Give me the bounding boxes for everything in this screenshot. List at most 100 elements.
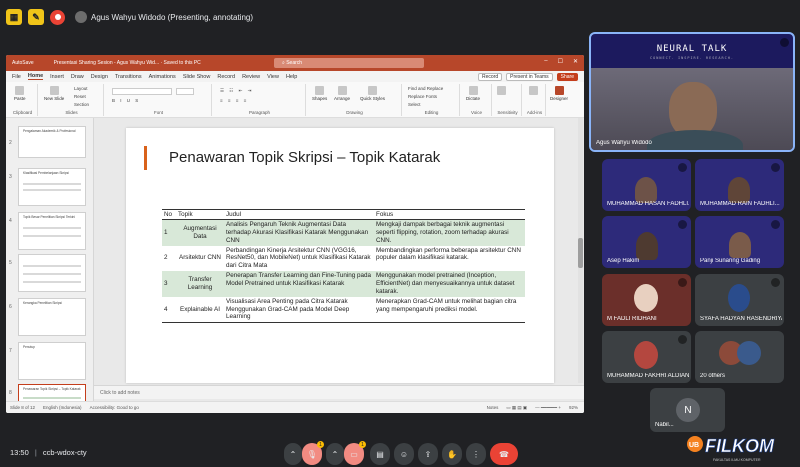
language-indicator[interactable]: English (Indonesia) [43,405,82,410]
slide-thumbnail[interactable]: Penutup [18,342,86,380]
slide-thumbnail[interactable] [18,254,86,292]
addins-button[interactable] [529,86,538,96]
participant-tile[interactable]: MUHAMMAD HASAN FADHLI... [602,159,691,211]
leave-call-button[interactable]: ☎ [490,443,518,465]
slide-canvas[interactable]: Penawaran Topik Skripsi – Topik Katarak … [126,128,554,383]
present-button[interactable]: ⇪ [418,443,438,465]
list-buttons[interactable]: ☰ ☷ ⇤ ⇥ [220,88,253,94]
cell-fokus: Membandingkan performa beberapa arsitekt… [374,245,525,272]
select-button[interactable]: Select [408,102,421,107]
participant-tile[interactable]: MUHAMMAD FAKHRI ALDIAN... [602,331,691,383]
more-options-button[interactable]: ⋮ [466,443,486,465]
participant-tile[interactable]: Panji Sunaring Gading [695,216,784,268]
replace-fonts-button[interactable]: Replace Fonts [408,94,437,99]
dictate-button[interactable]: Dictate [466,86,480,101]
paste-button[interactable]: Paste [14,86,26,101]
new-slide-icon [49,86,59,95]
menu-home[interactable]: Home [27,73,44,80]
annotate-icon[interactable]: ✎ [28,9,44,25]
ppt-workspace: 2 Pengalaman Akademik & Profesional 3 Kl… [6,118,584,401]
mic-toggle-button[interactable]: 🎙 1 [302,441,324,465]
menu-view[interactable]: View [267,74,279,80]
reset-button[interactable]: Reset [74,94,86,99]
layout-button[interactable]: Layout [74,86,88,91]
emoji-button[interactable]: ☺ [394,443,414,465]
shapes-button[interactable]: Shapes [312,86,327,101]
font-size-select[interactable] [176,88,194,95]
menu-file[interactable]: File [12,74,21,80]
captions-button[interactable]: ▤ [370,443,390,465]
search-box[interactable]: ⌕ Search [274,58,424,68]
menu-record[interactable]: Record [217,74,235,80]
slide-thumbnail-selected[interactable]: Penawaran Topik Skripsi – Topik Katarak [18,384,86,401]
menu-design[interactable]: Design [91,74,108,80]
menu-insert[interactable]: Insert [50,74,64,80]
menu-transitions[interactable]: Transitions [115,74,142,80]
thumb-number: 3 [9,174,12,180]
designer-button[interactable]: Designer [550,86,568,101]
audio-options-button[interactable]: ⌃ [284,443,302,465]
zoom-level[interactable]: 92% [569,405,578,411]
sensitivity-group: Sensitivity [494,84,522,116]
camera-toggle-button[interactable]: ▭ 1 [344,441,366,465]
menu-animations[interactable]: Animations [149,74,176,80]
speaker-tile-main[interactable]: NEURAL TALK CONNECT. INSPIRE. RESEARCH. … [589,32,795,152]
align-buttons[interactable]: ≡ ≡ ≡ ≡ [220,98,248,103]
share-button[interactable]: Share [556,72,578,81]
notes-toggle[interactable]: Notes [487,405,499,411]
view-buttons[interactable]: ▭ ▦ ▤ ▣ [506,405,527,411]
section-button[interactable]: Section [74,102,89,107]
slide-thumbnail[interactable]: Pengalaman Akademik & Profesional [18,126,86,158]
more-vert-icon: ⋮ [472,449,480,459]
slide-thumbnail[interactable]: Topik Besar Penelitian Skripsi Terkini [18,212,86,250]
accessibility-status[interactable]: Accessibility: Good to go [90,405,139,410]
font-name-select[interactable] [112,88,172,95]
participant-tile[interactable]: Asep Hakim [602,216,691,268]
thumb-number: 6 [9,304,12,310]
menu-slide-show[interactable]: Slide Show [183,74,211,80]
participant-tile[interactable]: SYAFA HADYAN RASENDRIYA [695,274,784,326]
find-replace-button[interactable]: Find and Replace [408,86,443,91]
filkom-subtext: FAKULTAS ILMU KOMPUTER [713,458,761,462]
status-right: Notes ▭ ▦ ▤ ▣ — ━━━━━━ + 92% [487,405,584,411]
new-slide-button[interactable]: New Slide [44,86,64,101]
slide-scrollbar[interactable] [578,118,583,383]
autosave-label[interactable]: AutoSave [12,60,34,66]
participant-tile[interactable]: MUHAMMAD RAIN FADHLI... [695,159,784,211]
slide-thumbnail[interactable]: Kerangka Penelitian Skripsi [18,298,86,336]
font-format-buttons[interactable]: B I U S [112,98,140,103]
present-in-teams-button[interactable]: Present in Teams [506,72,553,81]
record-button[interactable]: Record [477,72,503,81]
slide-thumbnail[interactable]: Klasifikasi Pembelanjaan Skripsi [18,168,86,206]
participant-tile[interactable]: M FADLI RIDHANI [602,274,691,326]
sensitivity-button[interactable] [497,86,506,96]
menu-review[interactable]: Review [242,74,260,80]
quick-styles-button[interactable]: Quick Styles [360,86,385,101]
others-count: 20 others [700,373,726,379]
filkom-logo-svg: UB FILKOM FAKULTAS ILMU KOMPUTER [687,436,775,462]
participant-tile[interactable]: N Nabil... [650,388,725,432]
close-icon[interactable]: ✕ [573,58,578,65]
thumb-text: Topik Besar Penelitian Skripsi Terkini [23,215,76,219]
recording-icon[interactable] [50,9,65,25]
raise-hand-button[interactable]: ✋ [442,443,462,465]
menu-draw[interactable]: Draw [71,74,84,80]
arrange-button[interactable]: Arrange [334,86,350,101]
zoom-slider[interactable]: — ━━━━━━ + [535,405,561,411]
slides-group: New Slide Layout Reset Section Slides [40,84,104,116]
microphone-icon [468,86,478,95]
others-tile[interactable]: 20 others [695,331,784,383]
video-options-button[interactable]: ⌃ [326,443,344,465]
paste-icon [15,86,25,95]
menu-help[interactable]: Help [286,74,297,80]
minimize-icon[interactable]: – [544,58,547,65]
notes-pane[interactable]: Click to add notes [94,385,584,399]
tile-view-icon[interactable]: ▦ [6,9,22,25]
scrollbar-thumb[interactable] [578,238,583,268]
voice-group: Dictate Voice [462,84,492,116]
meet-top-bar: ▦ ✎ Agus Wahyu Widodo (Presenting, annot… [0,0,800,34]
participant-name: MUHAMMAD RAIN FADHLI... [700,201,780,207]
maximize-icon[interactable]: ☐ [558,58,563,65]
editing-label: Editing [424,110,439,115]
meeting-code[interactable]: ccb-wdox-cty [43,448,87,457]
